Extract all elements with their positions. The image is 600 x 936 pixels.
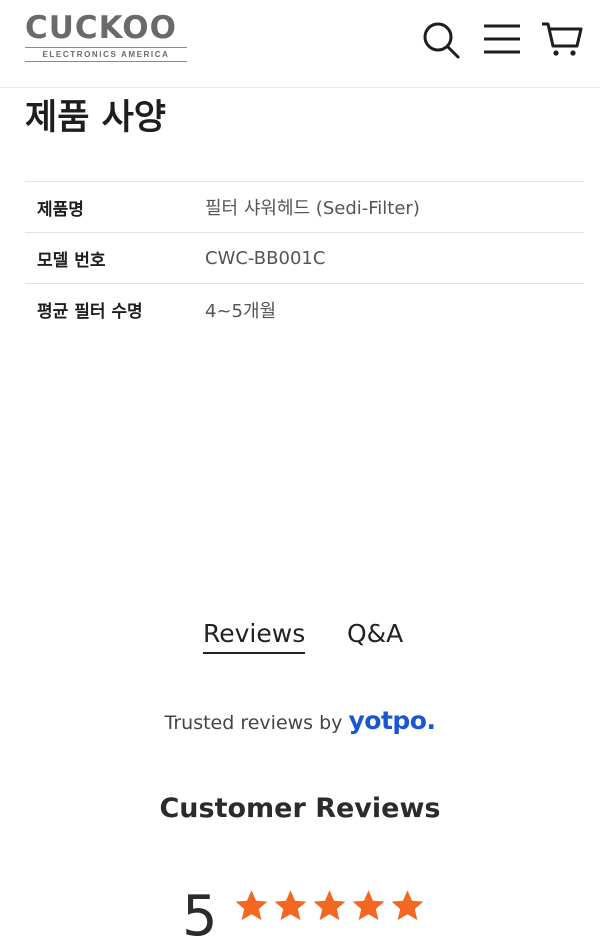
trusted-reviews-line: Trusted reviews by yotpo. — [0, 706, 600, 735]
logo-subtitle: ELECTRONICS AMERICA — [42, 50, 170, 59]
logo-divider-bottom — [25, 61, 187, 62]
spec-label: 제품명 — [37, 199, 84, 220]
spec-row-filter-life: 평균 필터 수명 4~5개월 — [25, 284, 584, 335]
customer-reviews-heading: Customer Reviews — [159, 793, 441, 824]
spec-row-product-name: 제품명 필터 샤워헤드 (Sedi-Filter) — [25, 182, 584, 233]
spec-value: 필터 샤워헤드 (Sedi-Filter) — [205, 198, 420, 219]
star-icon — [235, 890, 268, 921]
spec-value: CWC-BB001C — [205, 247, 326, 269]
star-icon — [352, 890, 385, 921]
average-rating: 5 — [182, 884, 218, 936]
page-title: 제품 사양 — [25, 98, 166, 138]
cart-icon[interactable] — [541, 18, 583, 60]
tab-reviews[interactable]: Reviews — [203, 617, 306, 654]
page: CUCKOO ELECTRONICS AMERICA 제품 사양 제품명 필터 … — [0, 0, 600, 936]
yotpo-logo[interactable]: yotpo. — [348, 706, 436, 735]
site-header: CUCKOO ELECTRONICS AMERICA — [0, 0, 600, 88]
star-icon — [391, 890, 424, 921]
logo-brand: CUCKOO — [25, 10, 178, 46]
spec-table: 제품명 필터 샤워헤드 (Sedi-Filter) 모델 번호 CWC-BB00… — [25, 181, 584, 335]
spec-value: 4~5개월 — [205, 300, 277, 322]
star-icon — [313, 890, 346, 921]
search-icon[interactable] — [420, 18, 462, 60]
spec-row-model-number: 모델 번호 CWC-BB001C — [25, 233, 584, 284]
logo-divider — [25, 47, 187, 48]
spec-label: 평균 필터 수명 — [37, 302, 143, 322]
review-tabs: Reviews Q&A — [0, 617, 600, 657]
spec-label: 모델 번호 — [37, 250, 106, 271]
tab-qa[interactable]: Q&A — [347, 617, 403, 651]
trusted-prefix: Trusted reviews by — [164, 712, 343, 734]
star-rating — [234, 888, 425, 923]
cuckoo-logo[interactable]: CUCKOO ELECTRONICS AMERICA — [25, 12, 189, 62]
menu-icon[interactable] — [481, 18, 523, 60]
star-icon — [274, 890, 307, 921]
